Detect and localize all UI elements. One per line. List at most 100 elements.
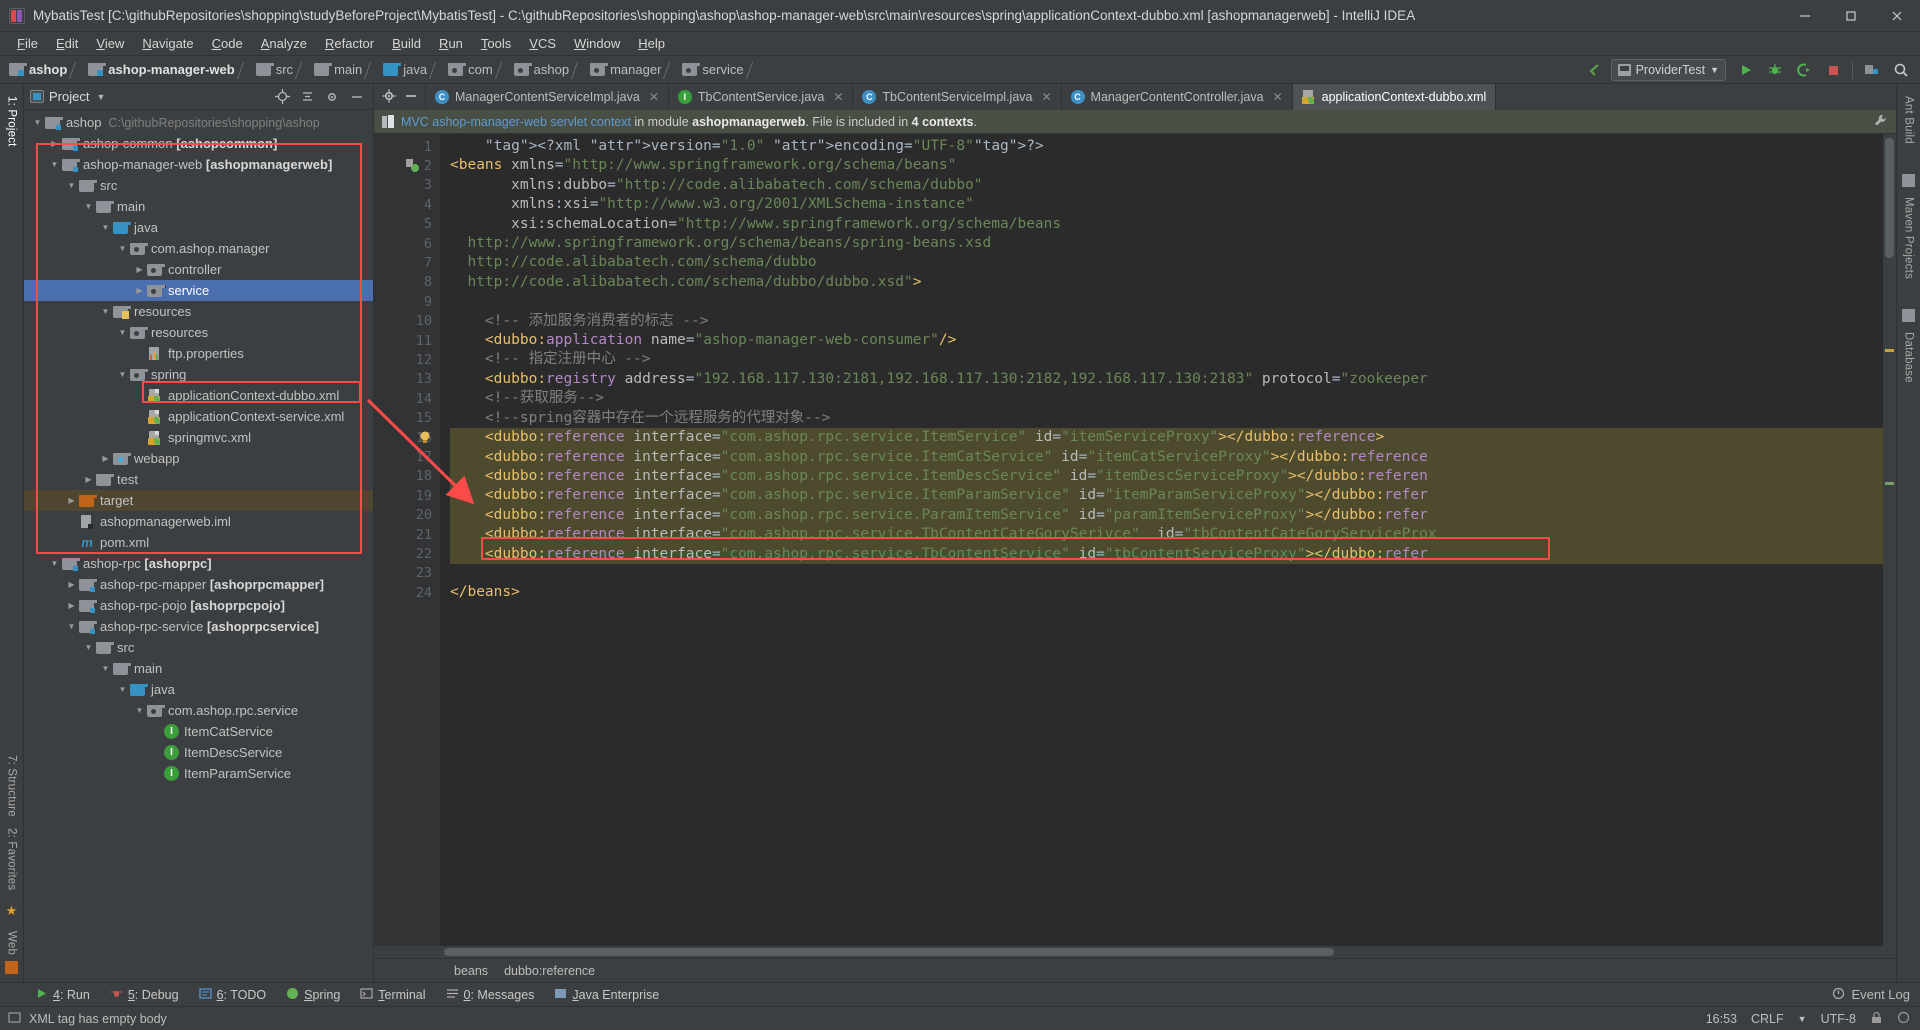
editor-tab-applicationcontext-dubbo-xml[interactable]: applicationContext-dubbo.xml [1292,84,1497,110]
hide-editor-icon[interactable] [404,89,418,106]
menu-item-file[interactable]: File [8,33,47,55]
tree-node-ashop-manager-web[interactable]: ▼ ashop-manager-web [ashopmanagerweb] [24,154,373,175]
debug-icon[interactable] [1762,58,1788,82]
expand-arrow-icon[interactable]: ▼ [98,307,113,316]
editor-horizontal-scrollbar[interactable] [374,946,1896,958]
menu-item-run[interactable]: Run [430,33,472,55]
menu-item-build[interactable]: Build [383,33,430,55]
breadcrumb-item-service[interactable]: service [677,59,759,81]
search-everywhere-icon[interactable] [1888,58,1914,82]
breadcrumb-item-src[interactable]: src [251,59,309,81]
bottom-tool-spring[interactable]: Spring [277,985,349,1005]
tool-window-database[interactable]: Database [1903,326,1915,389]
tree-node-ftp-properties[interactable]: ftp.properties [24,343,373,364]
collapse-all-icon[interactable] [297,87,317,107]
run-with-coverage-icon[interactable] [1791,58,1817,82]
tree-node-service[interactable]: ▶ service [24,280,373,301]
editor-vertical-scrollbar[interactable] [1883,134,1896,946]
collapse-arrow-icon[interactable]: ▶ [81,475,96,484]
collapse-arrow-icon[interactable]: ▶ [64,496,79,505]
expand-arrow-icon[interactable]: ▼ [115,244,130,253]
collapse-arrow-icon[interactable]: ▶ [64,580,79,589]
tree-node-itemcatservice[interactable]: I ItemCatService [24,721,373,742]
close-button[interactable] [1874,0,1920,32]
editor-tab-tbcontentservice-java[interactable]: I TbContentService.java ✕ [668,84,854,110]
tool-window-ant-build[interactable]: Ant Build [1903,90,1915,150]
menu-item-analyze[interactable]: Analyze [252,33,316,55]
expand-arrow-icon[interactable]: ▼ [30,118,45,127]
collapse-arrow-icon[interactable]: ▶ [98,454,113,463]
expand-arrow-icon[interactable]: ▼ [115,328,130,337]
breadcrumb-item-manager[interactable]: manager [585,59,677,81]
menu-item-refactor[interactable]: Refactor [316,33,383,55]
expand-arrow-icon[interactable]: ▼ [115,685,130,694]
close-icon[interactable]: ✕ [1041,90,1051,104]
intention-bulb-icon[interactable] [418,430,432,445]
hector-icon[interactable] [1897,1011,1910,1027]
collapse-arrow-icon[interactable]: ▶ [47,139,62,148]
settings-gear-icon[interactable] [382,89,396,106]
status-line-separator[interactable]: CRLF [1751,1012,1784,1026]
chevron-down-icon[interactable]: ▼ [1798,1014,1807,1024]
expand-arrow-icon[interactable]: ▼ [64,181,79,190]
status-encoding[interactable]: UTF-8 [1821,1012,1856,1026]
breadcrumb-item-com[interactable]: com [443,59,509,81]
tree-node-target[interactable]: ▶ target [24,490,373,511]
expand-arrow-icon[interactable]: ▼ [47,559,62,568]
collapse-arrow-icon[interactable]: ▶ [132,265,147,274]
maximize-button[interactable] [1828,0,1874,32]
project-structure-icon[interactable] [1859,58,1885,82]
spring-bean-marker-icon[interactable] [406,158,420,173]
expand-arrow-icon[interactable]: ▼ [47,160,62,169]
menu-item-window[interactable]: Window [565,33,629,55]
menu-item-help[interactable]: Help [629,33,674,55]
editor-tab-managercontentserviceimpl-java[interactable]: C ManagerContentServiceImpl.java ✕ [426,84,669,110]
tree-node-src[interactable]: ▼ src [24,175,373,196]
wrench-icon[interactable] [1873,113,1888,131]
bottom-tool-terminal[interactable]: Terminal [351,985,434,1005]
expand-arrow-icon[interactable]: ▼ [132,706,147,715]
run-icon[interactable] [1733,58,1759,82]
stop-icon[interactable] [1820,58,1846,82]
source-code[interactable]: "tag"><?xml "attr">version="1.0" "attr">… [440,137,1896,603]
hide-panel-icon[interactable] [347,87,367,107]
tree-node-itemparamservice[interactable]: I ItemParamService [24,763,373,784]
bottom-tool-4--run[interactable]: 4: Run [26,985,99,1005]
tree-node-java[interactable]: ▼ java [24,217,373,238]
breadcrumb-item-ashop[interactable]: ashop [509,59,585,81]
tree-node-spring[interactable]: ▼ spring [24,364,373,385]
collapse-arrow-icon[interactable]: ▶ [132,286,147,295]
expand-arrow-icon[interactable]: ▼ [81,202,96,211]
tree-node-resources[interactable]: ▼ resources [24,322,373,343]
minimize-button[interactable] [1782,0,1828,32]
expand-arrow-icon[interactable]: ▼ [115,370,130,379]
breadcrumb-beans[interactable]: beans [454,964,488,978]
tool-window-maven-projects[interactable]: Maven Projects [1903,191,1915,285]
tree-node-applicationcontext-dubbo-xml[interactable]: applicationContext-dubbo.xml [24,385,373,406]
project-tree[interactable]: ▼ ashop C:\githubRepositories\shopping\ash… [24,110,373,982]
scrollbar-thumb[interactable] [1885,138,1894,258]
tree-node-ashop[interactable]: ▼ ashop C:\githubRepositories\shopping\ash… [24,112,373,133]
tree-node-itemdescservice[interactable]: I ItemDescService [24,742,373,763]
tree-node-com-ashop-manager[interactable]: ▼ com.ashop.manager [24,238,373,259]
expand-arrow-icon[interactable]: ▼ [98,223,113,232]
tree-node-test[interactable]: ▶ test [24,469,373,490]
tree-node-java[interactable]: ▼ java [24,679,373,700]
tree-node-resources[interactable]: ▼ resources [24,301,373,322]
hscroll-thumb[interactable] [444,948,1334,956]
menu-item-code[interactable]: Code [203,33,252,55]
locate-target-icon[interactable] [272,87,292,107]
menu-item-vcs[interactable]: VCS [520,33,565,55]
close-icon[interactable]: ✕ [833,90,843,104]
expand-arrow-icon[interactable]: ▼ [98,664,113,673]
tree-node-pom-xml[interactable]: m pom.xml [24,532,373,553]
chevron-down-icon[interactable]: ▼ [96,92,105,102]
breadcrumb-dubbo-reference[interactable]: dubbo:reference [504,964,595,978]
tree-node-webapp[interactable]: ▶ webapp [24,448,373,469]
tree-node-controller[interactable]: ▶ controller [24,259,373,280]
breadcrumb-item-main[interactable]: main [309,59,378,81]
bottom-tool-5--debug[interactable]: 5: Debug [101,985,188,1005]
settings-gear-icon[interactable] [322,87,342,107]
menu-item-view[interactable]: View [87,33,133,55]
code-editor[interactable]: 123456789101112131415161718192021222324 … [374,134,1896,946]
